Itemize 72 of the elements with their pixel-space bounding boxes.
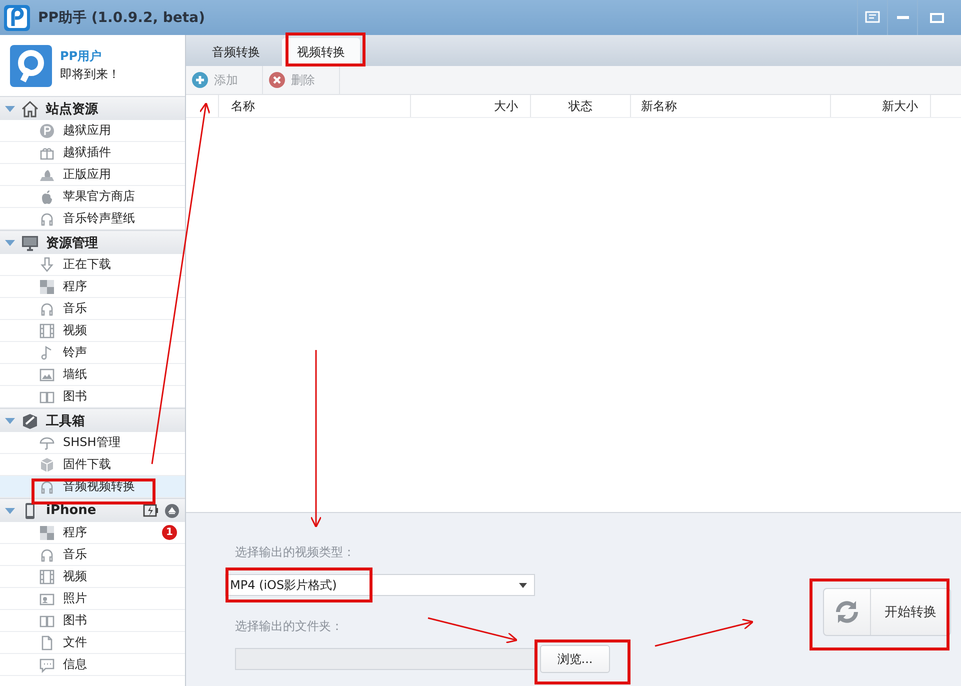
sidebar-section-header[interactable]: iPhone	[0, 498, 185, 522]
folder-label: 选择输出的文件夹：	[235, 618, 343, 635]
umbrella-icon	[39, 434, 55, 450]
cube-icon	[39, 456, 55, 472]
message-icon	[864, 10, 880, 24]
grid-icon	[39, 524, 55, 540]
home-icon	[21, 100, 39, 118]
battery-charging-icon	[143, 504, 159, 517]
sidebar-item[interactable]: SHSH管理	[0, 432, 185, 454]
apple-icon	[39, 188, 55, 204]
folder-path-field[interactable]	[235, 648, 535, 670]
sidebar-item[interactable]: 音乐	[0, 298, 185, 320]
window-title: PP助手 (1.0.9.2, beta)	[38, 8, 205, 26]
sidebar-item[interactable]: 越狱插件	[0, 142, 185, 164]
expand-arrow-icon	[5, 416, 15, 424]
plus-icon	[192, 72, 208, 88]
column-header[interactable]: 状态	[531, 95, 631, 117]
dropdown-caret-icon	[519, 582, 527, 588]
headphones-icon	[39, 300, 55, 316]
p-badge-icon	[39, 122, 55, 138]
tab[interactable]: 音频转换	[190, 38, 282, 66]
column-header[interactable]: 名称	[219, 95, 411, 117]
monitor-icon	[21, 234, 39, 252]
user-status: 即将到来！	[60, 66, 120, 83]
minimize-icon	[896, 16, 908, 20]
format-label: 选择输出的视频类型：	[235, 544, 355, 561]
sidebar-item[interactable]: 墙纸	[0, 364, 185, 386]
film-icon	[39, 322, 55, 338]
sidebar-item[interactable]: 正版应用	[0, 164, 185, 186]
sidebar-item[interactable]: 照片	[0, 588, 185, 610]
sidebar-item[interactable]: 程序 1	[0, 522, 185, 544]
refresh-icon	[834, 599, 860, 625]
column-header[interactable]: 新名称	[631, 95, 831, 117]
headphones-icon	[39, 210, 55, 226]
download-arrow-icon	[39, 256, 55, 272]
app-logo-icon	[4, 4, 30, 30]
expand-arrow-icon	[5, 238, 15, 246]
file-icon	[39, 634, 55, 650]
sidebar-item[interactable]: 铃声	[0, 342, 185, 364]
sidebar-item[interactable]: 文件	[0, 632, 185, 654]
sidebar-item[interactable]: 信息	[0, 654, 185, 676]
sidebar-item[interactable]: 图书	[0, 610, 185, 632]
sidebar-item[interactable]: 程序	[0, 276, 185, 298]
column-header[interactable]: 新大小	[831, 95, 931, 117]
sidebar-item[interactable]: 正在下载	[0, 254, 185, 276]
sidebar-item[interactable]: 越狱应用	[0, 120, 185, 142]
sidebar-item[interactable]: 苹果官方商店	[0, 186, 185, 208]
sidebar-section-header[interactable]: 工具箱	[0, 408, 185, 432]
sidebar-item[interactable]: 视频	[0, 320, 185, 342]
tab[interactable]: 视频转换	[282, 38, 360, 66]
maximize-icon	[930, 12, 944, 22]
sidebar-item[interactable]: 音乐	[0, 544, 185, 566]
sidebar-section-header[interactable]: 站点资源	[0, 96, 185, 120]
film-icon	[39, 568, 55, 584]
headphones-icon	[39, 546, 55, 562]
grid-icon	[39, 278, 55, 294]
format-dropdown[interactable]: MP4 (iOS影片格式)	[225, 574, 535, 596]
headphones-icon	[39, 478, 55, 494]
chat-icon	[39, 656, 55, 672]
sidebar-item[interactable]: 视频	[0, 566, 185, 588]
start-convert-button[interactable]: 开始转换	[823, 588, 951, 636]
column-header[interactable]: 大小	[411, 95, 531, 117]
browse-button[interactable]: 浏览...	[540, 645, 610, 673]
user-name: PP用户	[60, 48, 103, 65]
count-badge: 1	[162, 525, 177, 540]
close-icon	[269, 72, 285, 88]
expand-arrow-icon	[5, 506, 15, 514]
sidebar-section-header[interactable]: 资源管理	[0, 230, 185, 254]
expand-arrow-icon	[5, 104, 15, 112]
eject-icon[interactable]	[165, 504, 179, 518]
avatar	[10, 44, 52, 86]
image-icon	[39, 366, 55, 382]
